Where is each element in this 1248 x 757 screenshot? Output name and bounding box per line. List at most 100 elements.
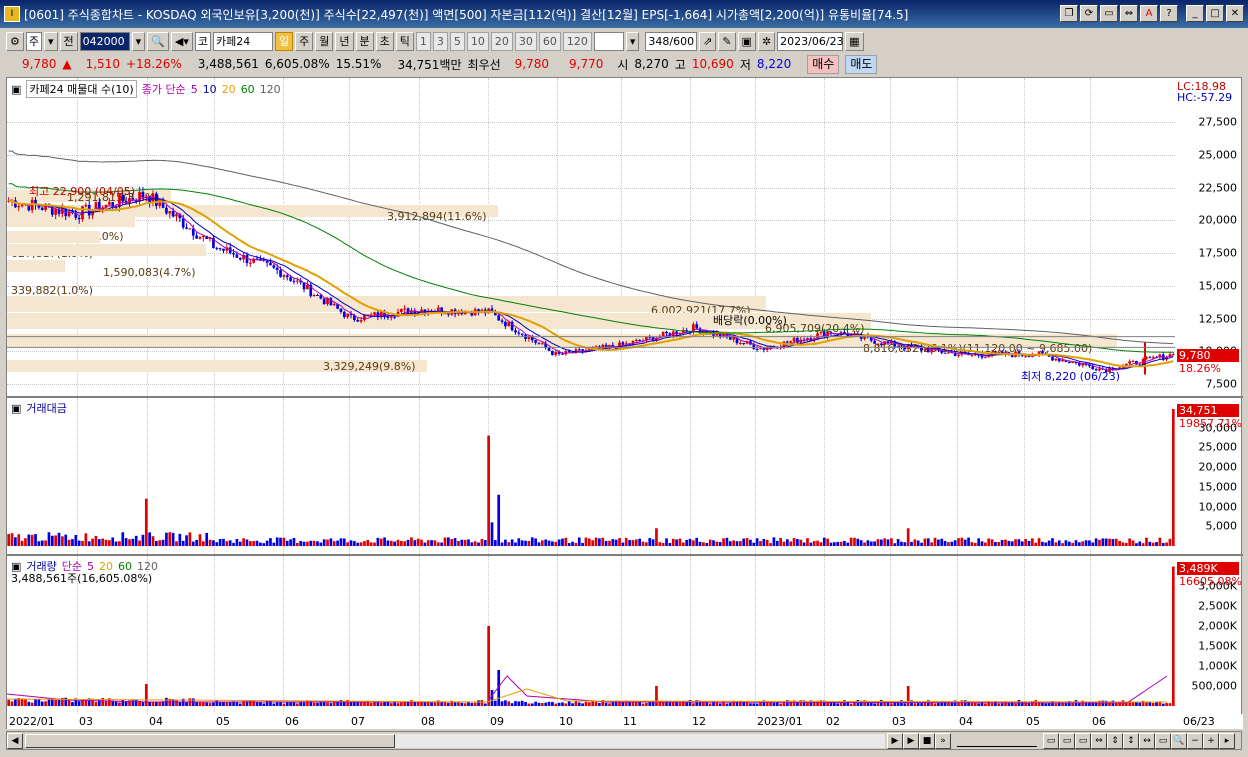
layout-icon-1[interactable]: ▭ [1043,732,1059,749]
volume-pane[interactable]: ▣ 거래량 단순 5 20 60 120 3,488,561주(16,605.0… [7,556,1175,714]
scroll-track[interactable] [25,733,885,748]
font-icon[interactable]: A [1140,5,1158,22]
amount-bar [980,541,984,546]
search-icon[interactable]: 🔍 [147,31,169,51]
amount-bar [262,543,266,546]
amount-bar [957,538,960,546]
close-button[interactable]: ✕ [1226,5,1244,22]
layout-icon-2[interactable]: ▭ [1059,732,1075,749]
interval-120[interactable]: 120 [562,31,592,51]
zoom-slider[interactable] [957,735,1037,747]
link-icon[interactable]: ❐ [1060,5,1078,22]
amount-bar [571,541,574,546]
layout-icon-3[interactable]: ▭ [1075,732,1091,749]
interval-60[interactable]: 60 [538,31,561,51]
interval-1[interactable]: 1 [415,31,431,51]
amount-bar [81,540,84,546]
interval-dropdown-icon[interactable]: ▾ [625,31,640,51]
low-price: 8,220 [756,57,792,71]
draw-tool-icon[interactable]: ✎ [718,31,736,51]
stock-code-input[interactable]: 042000 [79,31,130,51]
dropdown-icon[interactable]: ▾ [44,31,58,51]
scroll-thumb[interactable] [25,733,395,748]
period-week[interactable]: 주 [295,31,314,51]
fast-forward-icon[interactable]: » [935,732,951,749]
candle-body [282,275,286,277]
settings-icon[interactable]: ✲ [757,31,776,51]
bar-count[interactable]: 348/600 [645,31,698,51]
interval-20[interactable]: 20 [490,31,513,51]
expand-right-icon[interactable]: ▸ [1219,732,1235,749]
maximize-button[interactable]: □ [1206,5,1224,22]
candle-body [661,331,665,337]
interval-10[interactable]: 10 [466,31,489,51]
swap-icon[interactable]: ⇔ [1120,5,1138,22]
amount-bar [463,539,467,546]
period-month[interactable]: 월 [315,31,334,51]
amount-bar [973,543,977,546]
candle-body [195,235,198,239]
volume-bar [379,702,383,706]
arrows-icon-3[interactable]: ↕ [1123,732,1139,749]
y-tick-label: 2,000K [1198,619,1237,633]
prev-button[interactable]: 전 [59,31,78,51]
amount-bar [359,542,363,546]
refresh-icon[interactable]: ⟳ [1080,5,1098,22]
interval-custom-input[interactable] [593,31,624,51]
low-label: 저 [739,57,751,72]
period-second[interactable]: 초 [375,31,394,51]
save-icon[interactable]: ▣ [737,31,756,51]
amount-bar [436,542,440,546]
pointer-tool-icon[interactable]: ⇗ [699,31,717,51]
volume-pct: 6,605.08% [264,57,330,71]
volume-bar [520,700,524,706]
amount-bar [792,538,796,546]
amount-bar [557,539,561,546]
zoom-out-icon[interactable]: − [1187,732,1203,749]
zoom-icon[interactable]: 🔍 [1171,732,1187,749]
period-year[interactable]: 년 [335,31,354,51]
amount-bar [339,538,343,546]
period-tick[interactable]: 틱 [395,31,414,51]
period-day[interactable]: 일 [275,31,294,51]
help-icon[interactable]: ? [1160,5,1178,22]
window-icon[interactable]: ▭ [1155,732,1171,749]
buy-button[interactable]: 매수 [807,54,840,74]
scroll-right-icon[interactable]: ▶ [887,732,903,749]
arrows-icon-2[interactable]: ⇕ [1107,732,1123,749]
candle-body [188,228,192,230]
stop-icon[interactable]: ■ [919,732,935,749]
amount-pane[interactable]: ▣ 거래대금 [7,398,1175,554]
amount-bar [544,539,548,546]
config-icon[interactable]: ⚙ [6,31,24,51]
date-input[interactable]: 2023/06/23 [777,31,844,51]
amount-bar [1161,542,1165,546]
screen-icon[interactable]: ▭ [1100,5,1118,22]
minimize-button[interactable]: _ [1186,5,1204,22]
amount-bar [389,540,393,546]
speaker-icon[interactable]: ◀▾ [170,31,193,51]
candle-body [77,217,81,220]
candle-body [373,312,376,315]
scroll-left-icon[interactable]: ◀ [7,732,23,749]
x-tick-label: 2023/01 [757,715,803,728]
arrows-icon[interactable]: ⇔ [1091,732,1107,749]
amount-bar [7,534,11,546]
period-minute[interactable]: 분 [355,31,374,51]
interval-5[interactable]: 5 [449,31,465,51]
period-type-select[interactable]: 주 [25,31,42,51]
play-icon[interactable]: ▶ [903,732,919,749]
zoom-in-icon[interactable]: + [1203,732,1219,749]
price-pane[interactable]: 3,912,894(11.6%)1,291,815(3.8%)1,007,823… [7,78,1175,396]
sell-button[interactable]: 매도 [845,54,878,74]
calendar-icon[interactable]: ▦ [845,31,864,51]
chart-scrollbar[interactable]: ◀ ▶ ▶ ■ » ▭ ▭ ▭ ⇔ ⇕ ↕ ↔ ▭ 🔍 − + ▸ [6,731,1242,750]
arrows-icon-4[interactable]: ↔ [1139,732,1155,749]
code-dropdown-icon[interactable]: ▾ [131,31,146,51]
interval-3[interactable]: 3 [432,31,448,51]
chart-area[interactable]: 3,912,894(11.6%)1,291,815(3.8%)1,007,823… [6,77,1243,729]
interval-30[interactable]: 30 [514,31,537,51]
up-arrow-icon: ▲ [62,57,72,71]
volume-bar [1168,703,1172,706]
amount-bar [1124,542,1128,546]
